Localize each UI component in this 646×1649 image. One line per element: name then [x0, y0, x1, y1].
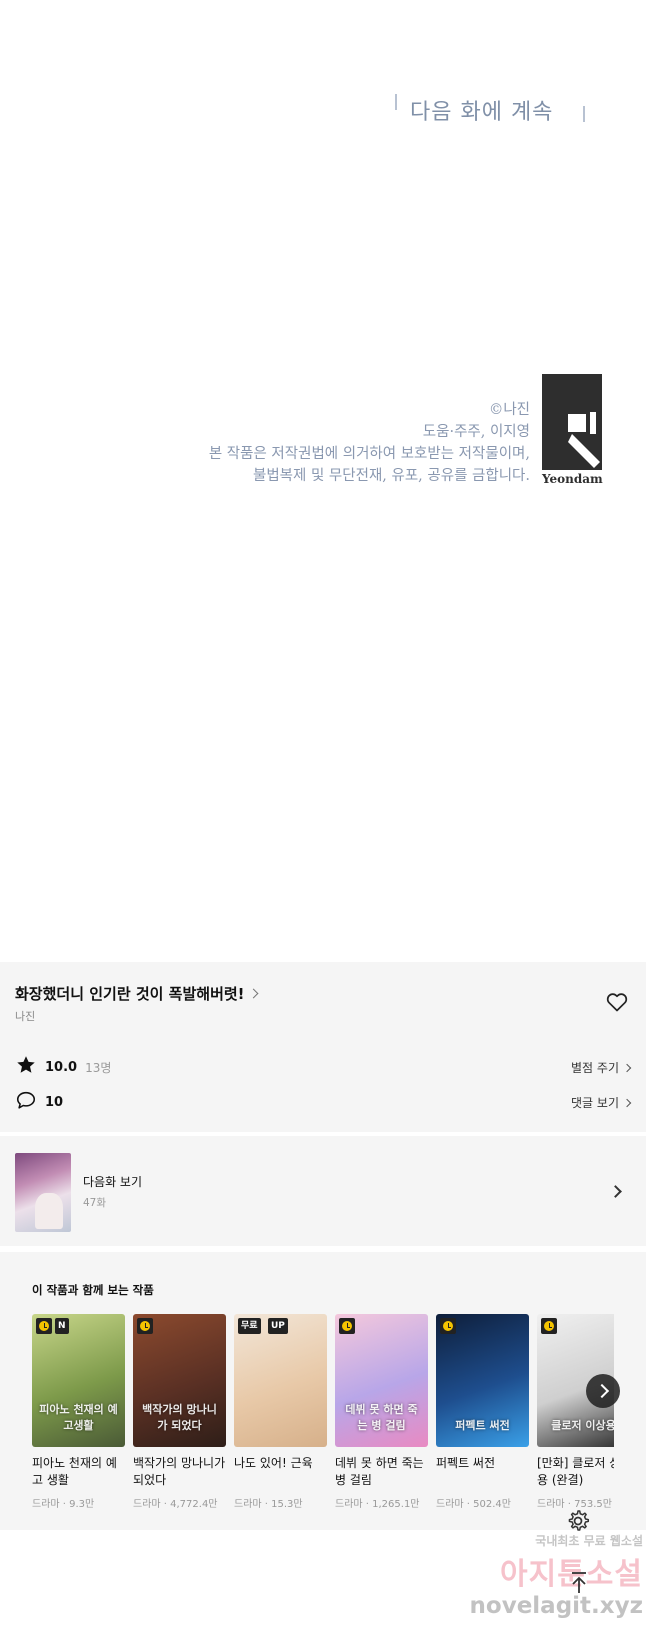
- next-episode-thumbnail: [15, 1153, 71, 1232]
- recommendation-card[interactable]: 퍼펙트 써전 퍼펙트 써전 드라마 · 502.4만: [436, 1314, 529, 1510]
- logo-mark: [542, 374, 602, 470]
- logo-text: Yeondam: [542, 472, 603, 486]
- clock-badge-icon: [440, 1318, 456, 1334]
- recommendation-meta: 드라마 · 15.3만: [234, 1499, 303, 1510]
- heart-icon[interactable]: [605, 990, 629, 1014]
- series-title: 화장했더니 인기란 것이 폭발해버렷!: [15, 985, 245, 1003]
- chevron-right-icon: [609, 1185, 622, 1198]
- comment-row: 10: [15, 1089, 63, 1115]
- next-episode-number: 47화: [83, 1197, 107, 1209]
- recommendation-title: 백작가의 망나니가 되었다: [133, 1456, 226, 1487]
- clock-badge-icon: [339, 1318, 355, 1334]
- badge: 무료: [238, 1318, 261, 1334]
- tbc-right-bar: [583, 106, 585, 122]
- recommendation-cover: 데뷔 못 하면 죽는 병 걸림: [335, 1314, 428, 1447]
- arrow-up-icon[interactable]: [569, 1571, 589, 1595]
- carousel-next-button[interactable]: [586, 1374, 620, 1408]
- copyright-line: ©나진: [488, 402, 530, 418]
- clock-badge-icon: [36, 1318, 52, 1334]
- chevron-right-icon: [622, 1063, 632, 1072]
- cover-title-art: 데뷔 못 하면 죽는 병 걸림: [345, 1403, 418, 1432]
- chevron-right-icon: [622, 1098, 632, 1107]
- author-name: 나진: [15, 1010, 36, 1023]
- recommendation-card[interactable]: N 피아노 천재의 예고생활피아노 천재의 예고 생활드라마 · 9.3만: [32, 1314, 125, 1510]
- recommendation-card[interactable]: 백작가의 망나니가 되었다 백작가의 망나니가 되었다 드라마 · 4,772.4만: [133, 1314, 226, 1510]
- watermark-line: 국내최초 무료 웹소설: [535, 1534, 643, 1548]
- recommendation-title: 나도 있어! 근육: [234, 1456, 313, 1470]
- recommendation-meta: 드라마 · 502.4만: [436, 1499, 511, 1510]
- recommendation-title: 데뷔 못 하면 죽는 병 걸림: [335, 1456, 424, 1487]
- view-comments-button[interactable]: 댓글 보기: [571, 1094, 632, 1111]
- star-icon: [15, 1054, 37, 1080]
- rate-label: 별점 주기: [571, 1061, 619, 1075]
- comment-count: 10: [45, 1094, 64, 1110]
- recommendation-meta: 드라마 · 9.3만: [32, 1499, 95, 1510]
- series-title-link[interactable]: 화장했더니 인기란 것이 폭발해버렷!: [15, 983, 258, 1004]
- copyright-credits: ©나진 도움·주주, 이지영 본 작품은 저작권법에 의거하여 보호받는 저작물…: [209, 399, 530, 487]
- rate-button[interactable]: 별점 주기: [571, 1059, 632, 1076]
- recommendation-title: [만화] 클로저 상용 (완결): [537, 1456, 614, 1487]
- copyright-line: 도움·주주, 이지영: [422, 424, 530, 440]
- recommendation-card[interactable]: 무료 UP 나도 있어! 근육드라마 · 15.3만: [234, 1314, 327, 1510]
- clock-badge-icon: [137, 1318, 153, 1334]
- publisher-logo: Yeondam: [542, 374, 603, 486]
- recommendation-meta: 드라마 · 4,772.4만: [133, 1499, 218, 1510]
- badge: N: [55, 1318, 69, 1334]
- cover-title-art: 피아노 천재의 예고생활: [39, 1403, 118, 1432]
- copyright-line: 불법복제 및 무단전재, 유포, 공유를 금합니다.: [253, 468, 530, 484]
- copyright-line: 본 작품은 저작권법에 의거하여 보호받는 저작물이며,: [208, 446, 530, 462]
- chevron-right-icon: [248, 988, 258, 999]
- recommendation-cover: 무료 UP: [234, 1314, 327, 1447]
- comic-panel: 다음 화에 계속 ©나진 도움·주주, 이지영 본 작품은 저작권법에 의거하여…: [0, 0, 646, 962]
- watermark-line: novelagit.xyz: [469, 1593, 643, 1619]
- rating-value: 10.0: [45, 1059, 78, 1075]
- recommendation-card[interactable]: 데뷔 못 하면 죽는 병 걸림 데뷔 못 하면 죽는 병 걸림 드라마 · 1,26…: [335, 1314, 428, 1510]
- badge: UP: [268, 1318, 288, 1334]
- recommendation-meta: 드라마 · 1,265.1만: [335, 1499, 420, 1510]
- series-info-panel: 화장했더니 인기란 것이 폭발해버렷! 나진 10.0 13명 별점 주기 10…: [0, 962, 646, 1132]
- next-episode-label: 다음화 보기: [83, 1175, 143, 1189]
- recommendation-cover: 백작가의 망나니가 되었다: [133, 1314, 226, 1447]
- gear-icon[interactable]: [565, 1508, 591, 1534]
- recommendations-section: 이 작품과 함께 보는 작품 N 피아노 천재의 예고생활피아노 천재의 예고 생…: [0, 1252, 646, 1530]
- cover-title-art: 퍼펙트 써전: [455, 1419, 510, 1432]
- cover-title-art: 백작가의 망나니가 되었다: [142, 1403, 217, 1432]
- watermark-line: 아지툰소설: [500, 1557, 643, 1592]
- clock-badge-icon: [541, 1318, 557, 1334]
- rating-count: 13명: [85, 1060, 112, 1075]
- recommendation-card[interactable]: 클로저 이상용 [만화] 클로저 상용 (완결) 드라마 · 753.5만: [537, 1314, 614, 1510]
- to-be-continued-text: 다음 화에 계속: [410, 100, 554, 125]
- rating-row: 10.0 13명: [15, 1054, 111, 1080]
- comment-icon: [15, 1089, 37, 1115]
- recommendation-cover: N 피아노 천재의 예고생활: [32, 1314, 125, 1447]
- recommendation-title: 피아노 천재의 예고 생활: [32, 1456, 117, 1487]
- recommendation-title: 퍼펙트 써전: [436, 1456, 496, 1470]
- recommendations-title: 이 작품과 함께 보는 작품: [32, 1283, 154, 1297]
- cover-title-art: 클로저 이상용: [551, 1419, 614, 1432]
- comments-label: 댓글 보기: [571, 1096, 619, 1110]
- watermark: 국내최초 무료 웹소설 아지툰소설 novelagit.xyz: [443, 1532, 643, 1619]
- recommendations-carousel: N 피아노 천재의 예고생활피아노 천재의 예고 생활드라마 · 9.3만 백작가의…: [32, 1314, 614, 1514]
- tbc-left-bar: [395, 94, 397, 110]
- next-episode-button[interactable]: 다음화 보기 47화: [0, 1136, 646, 1246]
- recommendation-cover: 퍼펙트 써전: [436, 1314, 529, 1447]
